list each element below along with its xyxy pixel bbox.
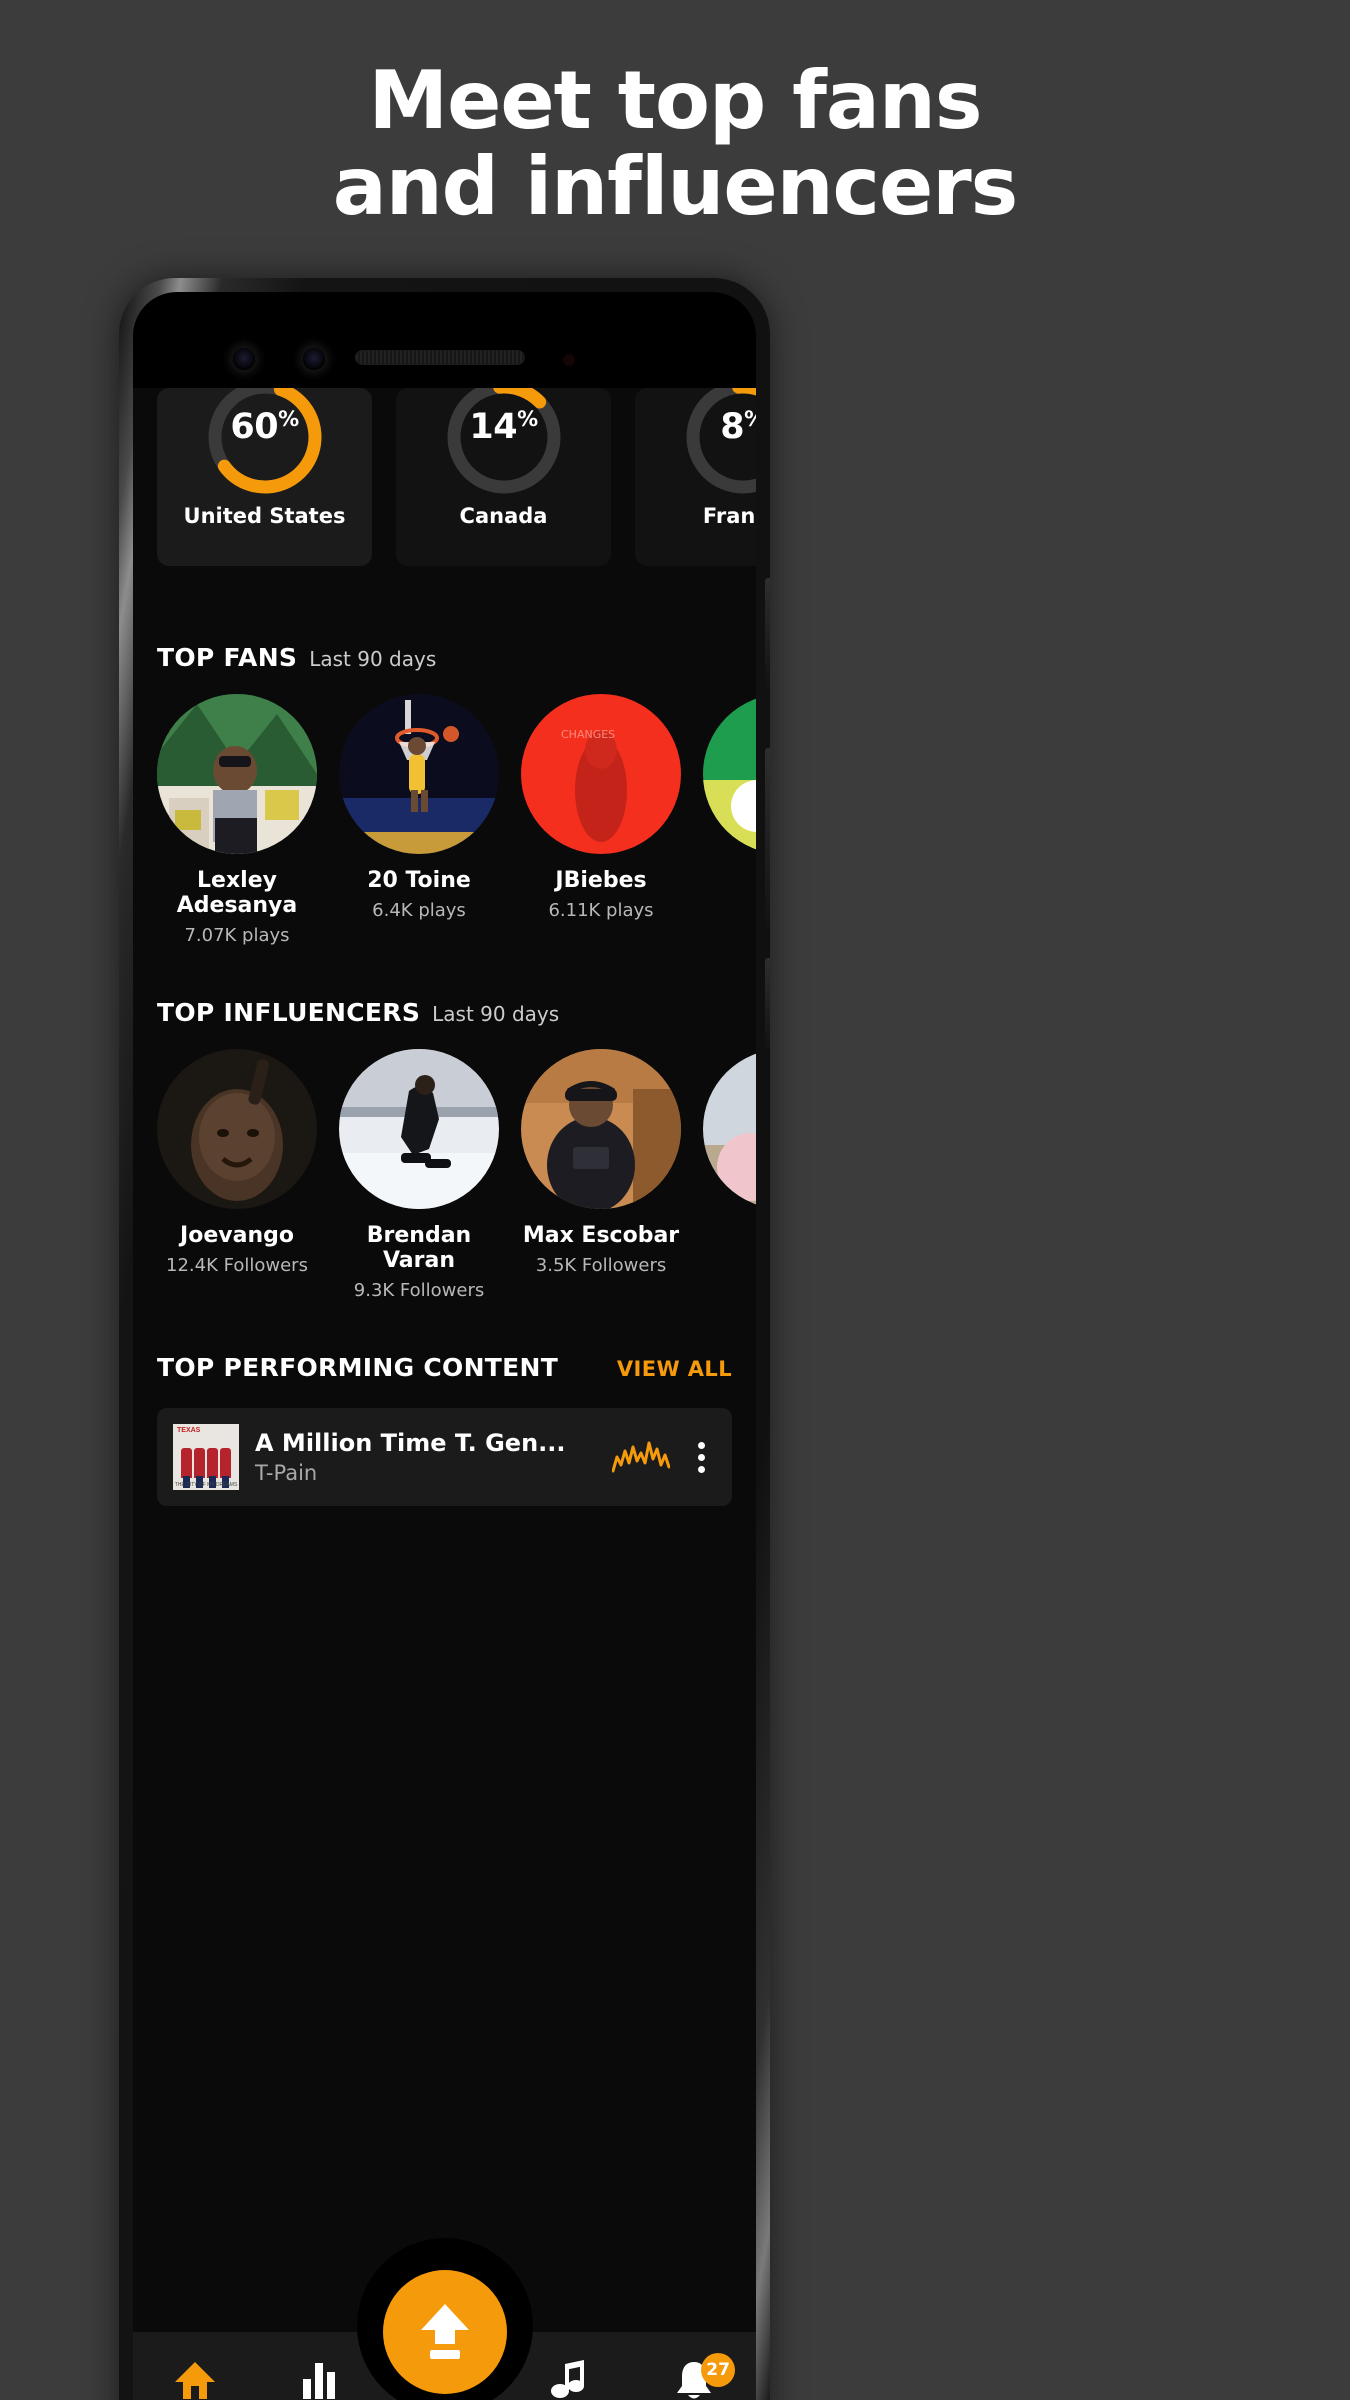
phone-side-button-volume-down (765, 748, 770, 928)
top-influencers-subtitle: Last 90 days (432, 1002, 560, 1026)
top-influencer-name-0: Joevango (180, 1223, 294, 1248)
avatar (339, 694, 499, 854)
nav-item-dashboard[interactable]: Dashboard (133, 2359, 258, 2400)
donut-percent-label-1: 14% (469, 407, 538, 447)
page-headline: Meet top fans and influencers (0, 54, 1350, 234)
track-text: A Million Time T. Gen... T-Pain (255, 1429, 596, 1485)
headline-line-2: and influencers (332, 140, 1019, 234)
earpiece-speaker-icon (355, 350, 525, 365)
country-card-0[interactable]: 60% United States (157, 388, 372, 566)
front-camera-icon (233, 348, 255, 370)
home-icon (133, 2359, 258, 2400)
track-row[interactable]: TEXAS THE CITY OF MY DREAMS A Million Ti… (157, 1408, 732, 1506)
donut-chart-1: 14% (441, 388, 567, 500)
top-fan-name-0: Lexley Adesanya (176, 868, 298, 919)
top-content-title: TOP PERFORMING CONTENT (157, 1353, 559, 1382)
top-fan-item-1[interactable]: 20 Toine 6.4K plays (339, 694, 499, 921)
proximity-sensor-icon (303, 348, 325, 370)
top-influencer-name-2: Max Escobar (522, 1223, 680, 1248)
app-screen: 60% United States 14% Canada 8 Fran TOP … (133, 388, 756, 2400)
album-art-top-label: TEXAS (177, 1427, 201, 1434)
headline-line-1: Meet top fans (368, 54, 983, 147)
avatar (521, 1049, 681, 1209)
top-fan-item-3[interactable]: A 12 (703, 694, 756, 921)
album-art-bottom-label: THE CITY OF MY DREAMS (174, 1482, 238, 1488)
country-name-0: United States (183, 504, 346, 528)
country-card-1[interactable]: 14% Canada (396, 388, 611, 566)
notifications-badge: 27 (701, 2353, 736, 2387)
avatar: CHANGES (521, 694, 681, 854)
nav-item-notifications[interactable]: 27 Notifications (631, 2353, 756, 2400)
top-influencer-name-1: Brendan Varan (366, 1223, 472, 1274)
donut-percent-label-2: 8% (720, 407, 756, 447)
avatar (703, 694, 756, 854)
top-fan-name-3: A (703, 868, 756, 893)
top-fan-name-2: JBiebes (555, 868, 647, 893)
bar-chart-icon (258, 2359, 383, 2400)
avatar (157, 1049, 317, 1209)
phone-screen-bezel: 60% United States 14% Canada 8 Fran TOP … (133, 292, 756, 2400)
top-influencer-item-0[interactable]: Joevango 12.4K Followers (157, 1049, 317, 1276)
nav-item-stats[interactable]: Stats (258, 2359, 383, 2400)
donut-chart-2: 8% (680, 388, 756, 500)
album-art: TEXAS THE CITY OF MY DREAMS (173, 1424, 239, 1490)
top-fans-header: TOP FANS Last 90 days (133, 643, 756, 672)
phone-side-button-power (765, 958, 770, 1048)
waveform-sparkline-icon (612, 1441, 670, 1473)
avatar (157, 694, 317, 854)
top-influencer-name-3: Li (703, 1223, 756, 1248)
top-fan-meta-2: 6.11K plays (548, 900, 654, 922)
top-fan-meta-3: 12 (703, 900, 756, 921)
bell-icon (631, 2359, 756, 2400)
music-note-icon (507, 2359, 632, 2400)
country-card-2[interactable]: 8% France (635, 388, 756, 566)
upload-arrow-icon (420, 2304, 469, 2359)
top-fans-carousel[interactable]: Lexley Adesanya 7.07K plays 20 Toine 6.4… (133, 694, 756, 946)
country-stats-carousel[interactable]: 60% United States 14% Canada 8 Fran (133, 388, 756, 566)
top-fan-item-0[interactable]: Lexley Adesanya 7.07K plays (157, 694, 317, 946)
infrared-sensor-icon (563, 354, 575, 366)
top-influencer-item-3[interactable]: Li 12 (703, 1049, 756, 1276)
top-content-header: TOP PERFORMING CONTENT VIEW ALL (133, 1353, 756, 1382)
top-influencer-item-1[interactable]: Brendan Varan 9.3K Followers (339, 1049, 499, 1301)
top-fan-name-1: 20 Toine (367, 868, 471, 893)
track-title: A Million Time T. Gen... (255, 1429, 566, 1457)
upload-fab-button[interactable] (382, 2270, 507, 2394)
view-all-button[interactable]: VIEW ALL (617, 1357, 732, 1381)
top-influencer-item-2[interactable]: Max Escobar 3.5K Followers (521, 1049, 681, 1276)
country-name-1: Canada (459, 504, 548, 528)
top-influencers-carousel[interactable]: Joevango 12.4K Followers Brendan Varan 9… (133, 1049, 756, 1301)
track-artist: T-Pain (255, 1461, 318, 1485)
nav-item-uploads[interactable]: Uploads (507, 2359, 632, 2400)
top-fans-title: TOP FANS (157, 643, 298, 672)
donut-chart-0: 60% (202, 388, 328, 500)
top-influencers-header: TOP INFLUENCERS Last 90 days (133, 998, 756, 1027)
top-fan-meta-0: 7.07K plays (184, 925, 290, 947)
avatar (339, 1049, 499, 1209)
phone-sensor-row (133, 340, 756, 380)
country-name-2: France (702, 504, 756, 528)
top-fan-item-2[interactable]: CHANGES JBiebes 6.11K plays (521, 694, 681, 921)
top-fans-subtitle: Last 90 days (309, 647, 437, 671)
top-influencer-meta-3: 12 (703, 1255, 756, 1276)
top-influencer-meta-0: 12.4K Followers (166, 1255, 308, 1277)
phone-side-button-volume-up (765, 578, 770, 688)
svg-text:CHANGES: CHANGES (561, 728, 615, 741)
top-fan-meta-1: 6.4K plays (372, 900, 466, 922)
top-influencer-meta-2: 3.5K Followers (535, 1255, 667, 1277)
phone-mockup: 60% United States 14% Canada 8 Fran TOP … (119, 278, 770, 2400)
donut-percent-label-0: 60% (230, 407, 299, 447)
avatar (703, 1049, 756, 1209)
track-overflow-menu-icon[interactable] (686, 1437, 716, 1478)
top-influencers-title: TOP INFLUENCERS (157, 998, 421, 1027)
top-influencer-meta-1: 9.3K Followers (353, 1280, 485, 1302)
